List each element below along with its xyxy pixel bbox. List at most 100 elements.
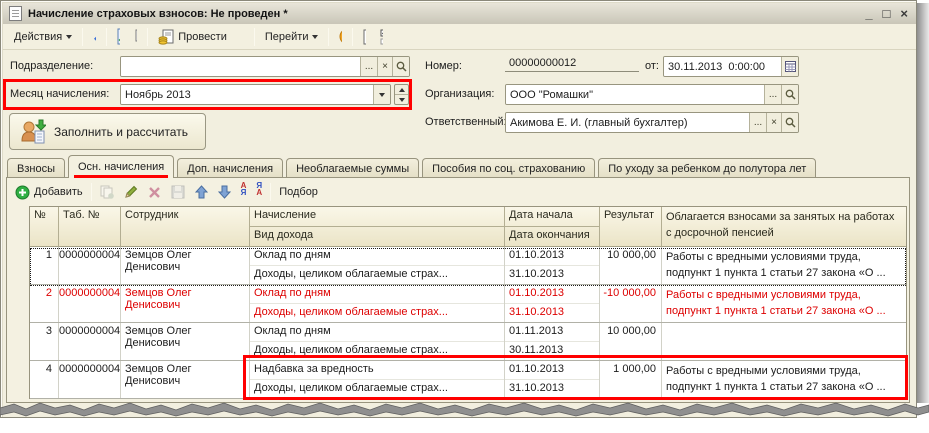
cell-date-start[interactable]: 01.11.2013 <box>505 323 599 342</box>
minimize-button[interactable]: _ <box>865 7 872 20</box>
header-date-start[interactable]: Дата начала <box>505 207 599 227</box>
cell-accrual[interactable]: Оклад по дням Доходы, целиком облагаемые… <box>250 247 505 284</box>
header-date-group[interactable]: Дата начала Дата окончания <box>505 207 600 246</box>
cell-income-type[interactable]: Доходы, целиком облагаемые страх... <box>250 304 504 322</box>
cell-pension[interactable]: Работы с вредными условиями труда, подпу… <box>662 361 906 398</box>
cell-tab-num[interactable]: 0000000004 <box>59 361 121 398</box>
go-menu-button[interactable]: Перейти <box>258 26 326 48</box>
tab-neoblagaemye-summy[interactable]: Необлагаемые суммы <box>286 158 420 178</box>
dropdown-button[interactable] <box>373 85 390 104</box>
cell-accrual[interactable]: Оклад по дням Доходы, целиком облагаемые… <box>250 323 505 360</box>
clear-icon[interactable]: × <box>766 113 781 132</box>
responsible-field[interactable]: Акимова Е. И. (главный бухгалтер) ... × <box>505 112 799 133</box>
table-row[interactable]: 4 0000000004 Земцов Олег Денисович Надба… <box>30 361 906 399</box>
cell-date-start[interactable]: 01.10.2013 <box>505 361 599 380</box>
cell-num[interactable]: 1 <box>30 247 59 284</box>
cell-num[interactable]: 4 <box>30 361 59 398</box>
spin-up-button[interactable] <box>395 85 408 95</box>
ellipsis-button[interactable]: ... <box>749 113 766 132</box>
cell-accrual-name[interactable]: Надбавка за вредность <box>250 361 504 380</box>
cell-date-end[interactable]: 31.10.2013 <box>505 266 599 284</box>
tab-osn-nachisleniya[interactable]: Осн. начисления <box>67 155 175 178</box>
ellipsis-button[interactable]: ... <box>360 57 377 76</box>
header-date-end[interactable]: Дата окончания <box>505 227 599 246</box>
cell-dates[interactable]: 01.10.2013 31.10.2013 <box>505 285 600 322</box>
post-button[interactable]: Провести <box>151 26 234 48</box>
cell-date-start[interactable]: 01.10.2013 <box>505 247 599 266</box>
cell-date-end[interactable]: 31.10.2013 <box>505 304 599 322</box>
cell-income-type[interactable]: Доходы, целиком облагаемые страх... <box>250 342 504 360</box>
cell-employee[interactable]: Земцов Олег Денисович <box>121 361 250 398</box>
cell-result[interactable]: 1 000,00 <box>600 361 662 398</box>
edit-row-button[interactable] <box>119 182 143 202</box>
tab-posobiya[interactable]: Пособия по соц. страхованию <box>422 158 596 178</box>
pick-button[interactable]: Подбор <box>274 182 323 202</box>
department-field[interactable]: ... × <box>120 56 410 77</box>
cell-date-end[interactable]: 30.11.2013 <box>505 342 599 360</box>
header-employee[interactable]: Сотрудник <box>121 207 250 246</box>
sort-asc-button[interactable]: А Я <box>236 182 252 202</box>
responsible-value[interactable]: Акимова Е. И. (главный бухгалтер) <box>506 113 749 132</box>
number-value[interactable]: 00000000012 <box>505 54 639 72</box>
spin-down-button[interactable] <box>395 95 408 104</box>
cell-dates[interactable]: 01.10.2013 31.10.2013 <box>505 247 600 284</box>
ellipsis-button[interactable]: ... <box>764 85 781 104</box>
table-row[interactable]: 3 0000000004 Земцов Олег Денисович Оклад… <box>30 323 906 361</box>
department-value[interactable] <box>121 57 360 76</box>
cell-tab-num[interactable]: 0000000004 <box>59 285 121 322</box>
date-field[interactable]: 30.11.2013 0:00:00 <box>663 56 799 77</box>
cell-accrual[interactable]: Надбавка за вредность Доходы, целиком об… <box>250 361 505 398</box>
cell-pension[interactable] <box>662 323 906 360</box>
cell-accrual-name[interactable]: Оклад по дням <box>250 285 504 304</box>
cell-pension[interactable]: Работы с вредными условиями труда, подпу… <box>662 247 906 284</box>
cell-income-type[interactable]: Доходы, целиком облагаемые страх... <box>250 380 504 398</box>
cell-employee[interactable]: Земцов Олег Денисович <box>121 247 250 284</box>
cell-employee[interactable]: Земцов Олег Денисович <box>121 285 250 322</box>
cell-accrual-name[interactable]: Оклад по дням <box>250 247 504 266</box>
cell-result[interactable]: 10 000,00 <box>600 247 662 284</box>
cell-date-end[interactable]: 31.10.2013 <box>505 380 599 398</box>
clear-icon[interactable]: × <box>377 57 392 76</box>
header-pension[interactable]: Облагается взносами за занятых на работа… <box>662 207 906 246</box>
magnifier-button[interactable] <box>781 85 798 104</box>
tab-vznosy[interactable]: Взносы <box>7 158 65 178</box>
month-value[interactable]: Ноябрь 2013 <box>121 85 373 104</box>
date-value[interactable]: 30.11.2013 0:00:00 <box>664 57 781 76</box>
magnifier-button[interactable] <box>392 57 409 76</box>
header-income-type[interactable]: Вид дохода <box>250 227 504 246</box>
settings-button[interactable] <box>373 28 390 45</box>
tab-po-uhodu[interactable]: По уходу за ребенком до полутора лет <box>598 158 817 178</box>
table-row[interactable]: 2 0000000004 Земцов Олег Денисович Оклад… <box>30 285 906 323</box>
cell-income-type[interactable]: Доходы, целиком облагаемые страх... <box>250 266 504 284</box>
cell-employee[interactable]: Земцов Олег Денисович <box>121 323 250 360</box>
cell-tab-num[interactable]: 0000000004 <box>59 247 121 284</box>
month-spinner[interactable] <box>394 84 409 105</box>
header-tab-num[interactable]: Таб. № <box>59 207 121 246</box>
magnifier-button[interactable] <box>781 113 798 132</box>
cell-accrual[interactable]: Оклад по дням Доходы, целиком облагаемые… <box>250 285 505 322</box>
header-accrual-group[interactable]: Начисление Вид дохода <box>250 207 505 246</box>
month-field[interactable]: Ноябрь 2013 <box>120 84 391 105</box>
table-row[interactable]: 1 0000000004 Земцов Олег Денисович Оклад… <box>30 247 906 285</box>
move-down-button[interactable] <box>213 182 236 202</box>
cell-dates[interactable]: 01.11.2013 30.11.2013 <box>505 323 600 360</box>
structure-button[interactable] <box>356 28 373 45</box>
cell-result[interactable]: -10 000,00 <box>600 285 662 322</box>
header-accrual[interactable]: Начисление <box>250 207 504 227</box>
sort-desc-button[interactable]: Я А <box>251 182 267 202</box>
cell-tab-num[interactable]: 0000000004 <box>59 323 121 360</box>
cell-accrual-name[interactable]: Оклад по дням <box>250 323 504 342</box>
close-button[interactable]: × <box>900 7 908 20</box>
cell-result[interactable]: 10 000,00 <box>600 323 662 360</box>
cell-pension[interactable]: Работы с вредными условиями труда, подпу… <box>662 285 906 322</box>
fill-and-calculate-button[interactable]: Заполнить и рассчитать <box>9 113 206 150</box>
organization-value[interactable]: ООО "Ромашки" <box>506 85 764 104</box>
help-button[interactable]: ? <box>332 28 349 45</box>
move-up-button[interactable] <box>190 182 213 202</box>
actions-menu-button[interactable]: Действия <box>7 26 79 48</box>
cell-num[interactable]: 3 <box>30 323 59 360</box>
cell-date-start[interactable]: 01.10.2013 <box>505 285 599 304</box>
cell-dates[interactable]: 01.10.2013 31.10.2013 <box>505 361 600 398</box>
maximize-button[interactable]: □ <box>883 7 891 20</box>
save-button[interactable] <box>86 28 103 45</box>
